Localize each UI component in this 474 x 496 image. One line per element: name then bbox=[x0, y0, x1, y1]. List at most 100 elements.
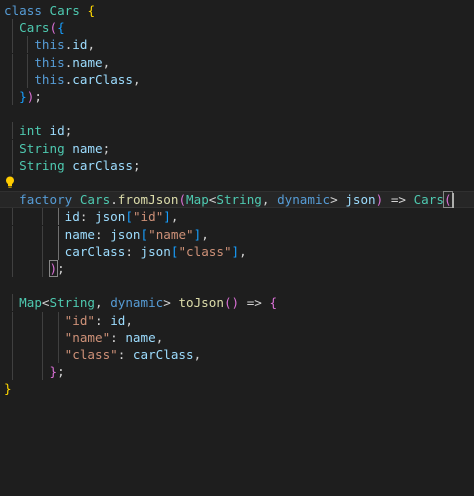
code-token: . bbox=[110, 192, 118, 208]
code-text: id: json["id"], bbox=[4, 208, 179, 225]
code-line[interactable]: String name; bbox=[0, 139, 474, 157]
code-token: } bbox=[4, 381, 12, 397]
code-token: id bbox=[64, 209, 80, 225]
code-text: name: json["name"], bbox=[4, 226, 209, 243]
code-text: "class": carClass, bbox=[4, 346, 202, 363]
code-token: String bbox=[49, 295, 96, 311]
code-token: , bbox=[193, 347, 202, 362]
lightbulb-icon[interactable] bbox=[5, 176, 15, 189]
code-token: Map bbox=[186, 192, 209, 208]
code-text: Cars({ bbox=[4, 19, 65, 36]
code-line[interactable]: this.carClass, bbox=[0, 70, 474, 88]
code-token: } bbox=[19, 89, 27, 104]
code-line[interactable]: name: json["name"], bbox=[0, 225, 474, 243]
code-line[interactable]: id: json["id"], bbox=[0, 208, 474, 226]
code-line[interactable]: }; bbox=[0, 363, 474, 381]
code-token: ) bbox=[48, 260, 59, 277]
code-token: => bbox=[239, 295, 270, 311]
code-line[interactable]: } bbox=[0, 380, 474, 397]
code-token: json bbox=[140, 243, 171, 259]
code-token: json bbox=[95, 209, 126, 225]
code-text: Map<String, dynamic> toJson() => { bbox=[4, 294, 277, 311]
code-token: carClass bbox=[64, 243, 126, 259]
code-editor[interactable]: class Cars { Cars({ this.id, this.name, … bbox=[0, 0, 474, 496]
code-token: String bbox=[19, 140, 65, 156]
code-token: , bbox=[102, 54, 111, 70]
code-line[interactable]: ); bbox=[0, 260, 474, 277]
code-line[interactable]: this.id, bbox=[0, 36, 474, 54]
code-token: name bbox=[72, 54, 103, 70]
code-text: this.name, bbox=[4, 54, 110, 71]
code-token: [ bbox=[125, 209, 133, 225]
code-line[interactable]: Cars({ bbox=[0, 19, 474, 37]
code-token: , bbox=[170, 209, 179, 225]
code-text: "name": name, bbox=[4, 329, 164, 346]
code-token: String bbox=[216, 192, 262, 208]
code-line[interactable] bbox=[0, 174, 474, 191]
code-text: int id; bbox=[4, 122, 72, 139]
code-token: , bbox=[87, 37, 96, 53]
code-token: "id" bbox=[132, 209, 164, 225]
code-line[interactable] bbox=[0, 105, 474, 122]
code-line[interactable]: carClass: json["class"], bbox=[0, 242, 474, 260]
code-text: String name; bbox=[4, 140, 110, 157]
code-text: this.id, bbox=[4, 36, 95, 53]
text-cursor bbox=[452, 193, 455, 209]
code-line[interactable]: factory Cars.fromJson(Map<String, dynami… bbox=[0, 191, 474, 209]
code-text: "id": id, bbox=[4, 312, 133, 329]
code-token: carClass bbox=[72, 71, 133, 87]
code-token: : bbox=[79, 209, 96, 225]
code-token: fromJson bbox=[117, 192, 179, 208]
code-line[interactable]: class Cars { bbox=[0, 2, 474, 19]
code-token: carClass bbox=[72, 157, 133, 173]
code-line[interactable]: Map<String, dynamic> toJson() => { bbox=[0, 294, 474, 312]
code-token: } bbox=[49, 364, 58, 380]
code-token: , bbox=[239, 243, 247, 259]
code-token: id bbox=[72, 37, 88, 53]
code-token: ; bbox=[102, 140, 111, 156]
code-token: : bbox=[125, 243, 141, 259]
code-token: json bbox=[345, 192, 376, 208]
code-token: dynamic bbox=[110, 295, 164, 311]
code-line[interactable]: String carClass; bbox=[0, 156, 474, 174]
code-token: ; bbox=[57, 261, 65, 276]
code-token: String bbox=[19, 157, 65, 173]
code-token: < bbox=[41, 295, 50, 311]
code-line[interactable]: int id; bbox=[0, 122, 474, 140]
code-line[interactable]: }); bbox=[0, 88, 474, 105]
code-line[interactable]: "id": id, bbox=[0, 311, 474, 329]
code-text: String carClass; bbox=[4, 157, 140, 174]
code-line[interactable]: "class": carClass, bbox=[0, 346, 474, 363]
code-token: ; bbox=[57, 364, 65, 380]
code-token: [ bbox=[140, 226, 149, 242]
code-token: : bbox=[110, 329, 126, 345]
code-token: "id" bbox=[64, 312, 96, 328]
code-token: , bbox=[201, 226, 209, 242]
code-text: }; bbox=[4, 363, 65, 380]
code-token: ( bbox=[442, 191, 453, 209]
code-line[interactable]: this.name, bbox=[0, 53, 474, 71]
code-token: Cars bbox=[413, 192, 444, 208]
code-token: name bbox=[64, 226, 96, 242]
code-token: , bbox=[95, 295, 111, 311]
code-token: "class" bbox=[64, 347, 118, 362]
code-token: this bbox=[34, 71, 65, 87]
code-token: ; bbox=[64, 123, 73, 139]
code-line[interactable]: "name": name, bbox=[0, 328, 474, 346]
code-token: Cars bbox=[79, 192, 111, 208]
code-token: int bbox=[19, 123, 42, 139]
code-token: , bbox=[125, 312, 133, 328]
code-line[interactable] bbox=[0, 277, 474, 294]
